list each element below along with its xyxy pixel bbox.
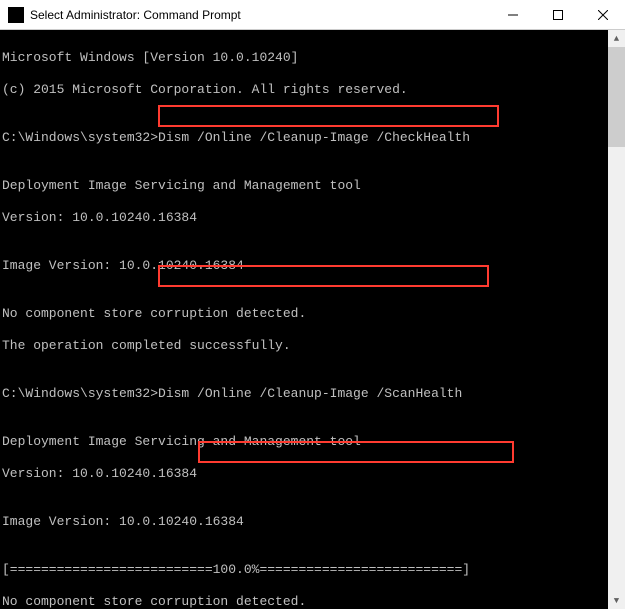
terminal-output[interactable]: Microsoft Windows [Version 10.0.10240] (… [0, 30, 608, 609]
output-line: No component store corruption detected. [2, 594, 606, 609]
scrollbar[interactable]: ▲ ▼ [608, 30, 625, 609]
command-line: C:\Windows\system32>Dism /Online /Cleanu… [2, 386, 606, 402]
terminal-container: Microsoft Windows [Version 10.0.10240] (… [0, 30, 625, 609]
output-line: Image Version: 10.0.10240.16384 [2, 258, 606, 274]
minimize-button[interactable] [490, 0, 535, 29]
close-button[interactable] [580, 0, 625, 29]
window-controls [490, 0, 625, 29]
titlebar[interactable]: Select Administrator: Command Prompt [0, 0, 625, 30]
output-line: (c) 2015 Microsoft Corporation. All righ… [2, 82, 606, 98]
output-line: Version: 10.0.10240.16384 [2, 210, 606, 226]
output-line: Microsoft Windows [Version 10.0.10240] [2, 50, 606, 66]
progress-bar: [==========================100.0%=======… [2, 562, 606, 578]
output-line: No component store corruption detected. [2, 306, 606, 322]
output-line: The operation completed successfully. [2, 338, 606, 354]
scrollbar-thumb[interactable] [608, 47, 625, 147]
annotation-highlight [158, 105, 499, 127]
command-line: C:\Windows\system32>Dism /Online /Cleanu… [2, 130, 606, 146]
window-title: Select Administrator: Command Prompt [30, 8, 490, 22]
output-line: Deployment Image Servicing and Managemen… [2, 178, 606, 194]
output-line: Image Version: 10.0.10240.16384 [2, 514, 606, 530]
maximize-button[interactable] [535, 0, 580, 29]
output-line: Version: 10.0.10240.16384 [2, 466, 606, 482]
output-line: Deployment Image Servicing and Managemen… [2, 434, 606, 450]
scroll-up-icon[interactable]: ▲ [608, 30, 625, 47]
scroll-down-icon[interactable]: ▼ [608, 592, 625, 609]
cmd-icon [8, 7, 24, 23]
